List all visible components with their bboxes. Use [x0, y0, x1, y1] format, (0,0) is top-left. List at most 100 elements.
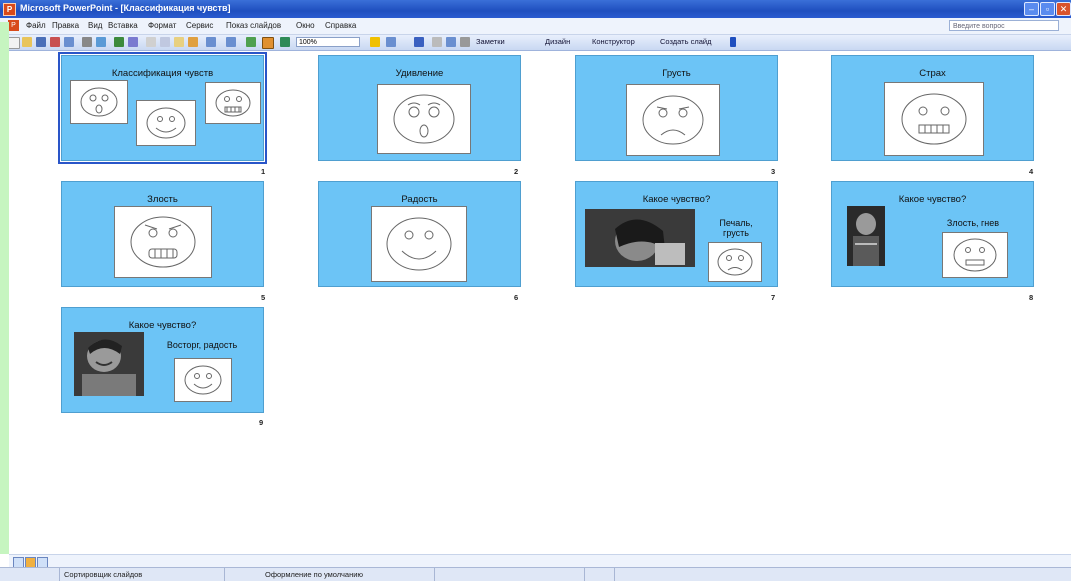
surprised-face-icon: [70, 80, 128, 124]
table-icon[interactable]: [262, 37, 274, 49]
maximize-button[interactable]: ▫: [1040, 2, 1055, 16]
status-design: Оформление по умолчанию: [225, 568, 435, 581]
slide-icon[interactable]: [414, 37, 424, 47]
toolbar-handle-icon[interactable]: [730, 37, 736, 47]
preview-icon[interactable]: [96, 37, 106, 47]
close-button[interactable]: ✕: [1056, 2, 1071, 16]
document-icon[interactable]: P: [8, 20, 19, 31]
slide-title: Радость: [401, 194, 438, 205]
slide-number-8: 8: [1029, 293, 1034, 302]
powerpoint-app-icon[interactable]: P: [3, 3, 16, 16]
slide-sorter-area[interactable]: Классификация чувств 1 Удивление 2 Груст…: [9, 51, 1071, 554]
slide-title: Классификация чувств: [111, 68, 214, 79]
minimize-button[interactable]: –: [1024, 2, 1039, 16]
format-painter-icon[interactable]: [188, 37, 198, 47]
surprised-face-icon: [377, 84, 471, 154]
slide-title: Страх: [919, 68, 946, 79]
slide-thumbnail-1[interactable]: Классификация чувств: [58, 52, 267, 164]
fear-face-icon: [884, 82, 984, 156]
happy-face-icon: [174, 358, 232, 402]
sad-face-icon: [626, 84, 720, 156]
slide-thumbnail-5[interactable]: Злость: [61, 181, 264, 287]
rehearse-icon[interactable]: [460, 37, 470, 47]
slide-number-6: 6: [514, 293, 519, 302]
joyful-child-photo: [74, 332, 144, 396]
menu-view[interactable]: Вид: [88, 21, 102, 30]
menu-help[interactable]: Справка: [325, 21, 356, 30]
new-slide-button[interactable]: Создать слайд: [660, 37, 711, 46]
status-view-mode: Сортировщик слайдов: [60, 568, 225, 581]
research-icon[interactable]: [128, 37, 138, 47]
happy-face-icon: [371, 206, 467, 282]
angry-face-icon: [114, 206, 212, 278]
fear-face-icon: [205, 82, 261, 124]
menu-format[interactable]: Формат: [148, 21, 176, 30]
slide-thumbnail-4[interactable]: Страх: [831, 55, 1034, 161]
slide-title: Какое чувство?: [642, 194, 711, 205]
permission-icon[interactable]: [50, 37, 60, 47]
print-icon[interactable]: [82, 37, 92, 47]
new-icon[interactable]: [8, 37, 20, 49]
menu-tools[interactable]: Сервис: [186, 21, 213, 30]
menu-insert[interactable]: Вставка: [108, 21, 138, 30]
undo-icon[interactable]: [206, 37, 216, 47]
slide-thumbnail-7[interactable]: Какое чувство? Печаль, грусть: [575, 181, 778, 287]
color-icon[interactable]: [280, 37, 290, 47]
copy-icon[interactable]: [160, 37, 170, 47]
window-title: Microsoft PowerPoint - [Классификация чу…: [20, 3, 231, 13]
chart-icon[interactable]: [246, 37, 256, 47]
save-icon[interactable]: [36, 37, 46, 47]
left-border: [0, 22, 9, 554]
hide-icon[interactable]: [446, 37, 456, 47]
slide-caption: Злость, гнев: [946, 218, 1000, 228]
spelling-icon[interactable]: [114, 37, 124, 47]
slide-number-4: 4: [1029, 167, 1034, 176]
email-icon[interactable]: [64, 37, 74, 47]
angry-face-icon: [942, 232, 1008, 278]
slide-title: Какое чувство?: [128, 320, 197, 331]
status-blank-segment: [0, 568, 60, 581]
redo-icon[interactable]: [226, 37, 236, 47]
notes-button[interactable]: Заметки: [476, 37, 505, 46]
grid-icon[interactable]: [386, 37, 396, 47]
slide-number-9: 9: [259, 418, 264, 427]
slide-title: Какое чувство?: [898, 194, 967, 205]
open-icon[interactable]: [22, 37, 32, 47]
angry-child-photo: [847, 206, 885, 266]
slide-thumbnail-6[interactable]: Радость: [318, 181, 521, 287]
zoom-select[interactable]: 100%: [296, 37, 360, 47]
slide-thumbnail-2[interactable]: Удивление: [318, 55, 521, 161]
help-search-input[interactable]: Введите вопрос: [949, 20, 1059, 31]
sad-child-photo: [585, 209, 695, 267]
design-button[interactable]: Дизайн: [545, 37, 570, 46]
title-bar: P Microsoft PowerPoint - [Классификация …: [0, 0, 1071, 18]
slide-caption-line-2: грусть: [723, 228, 749, 238]
slide-thumbnail-3[interactable]: Грусть: [575, 55, 778, 161]
constructor-button[interactable]: Конструктор: [592, 37, 635, 46]
cut-icon[interactable]: [146, 37, 156, 47]
menu-edit[interactable]: Правка: [52, 21, 79, 30]
slide-caption: Восторг, радость: [166, 340, 238, 350]
slide-title: Удивление: [395, 68, 444, 79]
status-bar: Сортировщик слайдов Оформление по умолча…: [0, 567, 1071, 581]
summary-icon[interactable]: [432, 37, 442, 47]
paste-icon[interactable]: [174, 37, 184, 47]
slide-number-3: 3: [771, 167, 776, 176]
slide-thumbnail-9[interactable]: Какое чувство? Восторг, радость: [61, 307, 264, 413]
slide-number-5: 5: [261, 293, 266, 302]
slide-caption-line-1: Печаль,: [719, 218, 753, 228]
menu-window[interactable]: Окно: [296, 21, 315, 30]
standard-toolbar: 100% Заметки Дизайн Конструктор Создать …: [0, 35, 1071, 51]
menu-slideshow[interactable]: Показ слайдов: [226, 21, 281, 30]
view-buttons-bar: [9, 554, 1071, 568]
menu-bar: P Файл Правка Вид Вставка Формат Сервис …: [0, 18, 1071, 35]
expand-icon[interactable]: [370, 37, 380, 47]
status-segment: [435, 568, 585, 581]
slide-title: Злость: [147, 194, 178, 205]
slide-title: Грусть: [662, 68, 691, 79]
slide-thumbnail-8[interactable]: Какое чувство? Злость, гнев: [831, 181, 1034, 287]
slide-number-7: 7: [771, 293, 776, 302]
status-segment: [585, 568, 615, 581]
menu-file[interactable]: Файл: [26, 21, 46, 30]
sad-face-icon: [708, 242, 762, 282]
